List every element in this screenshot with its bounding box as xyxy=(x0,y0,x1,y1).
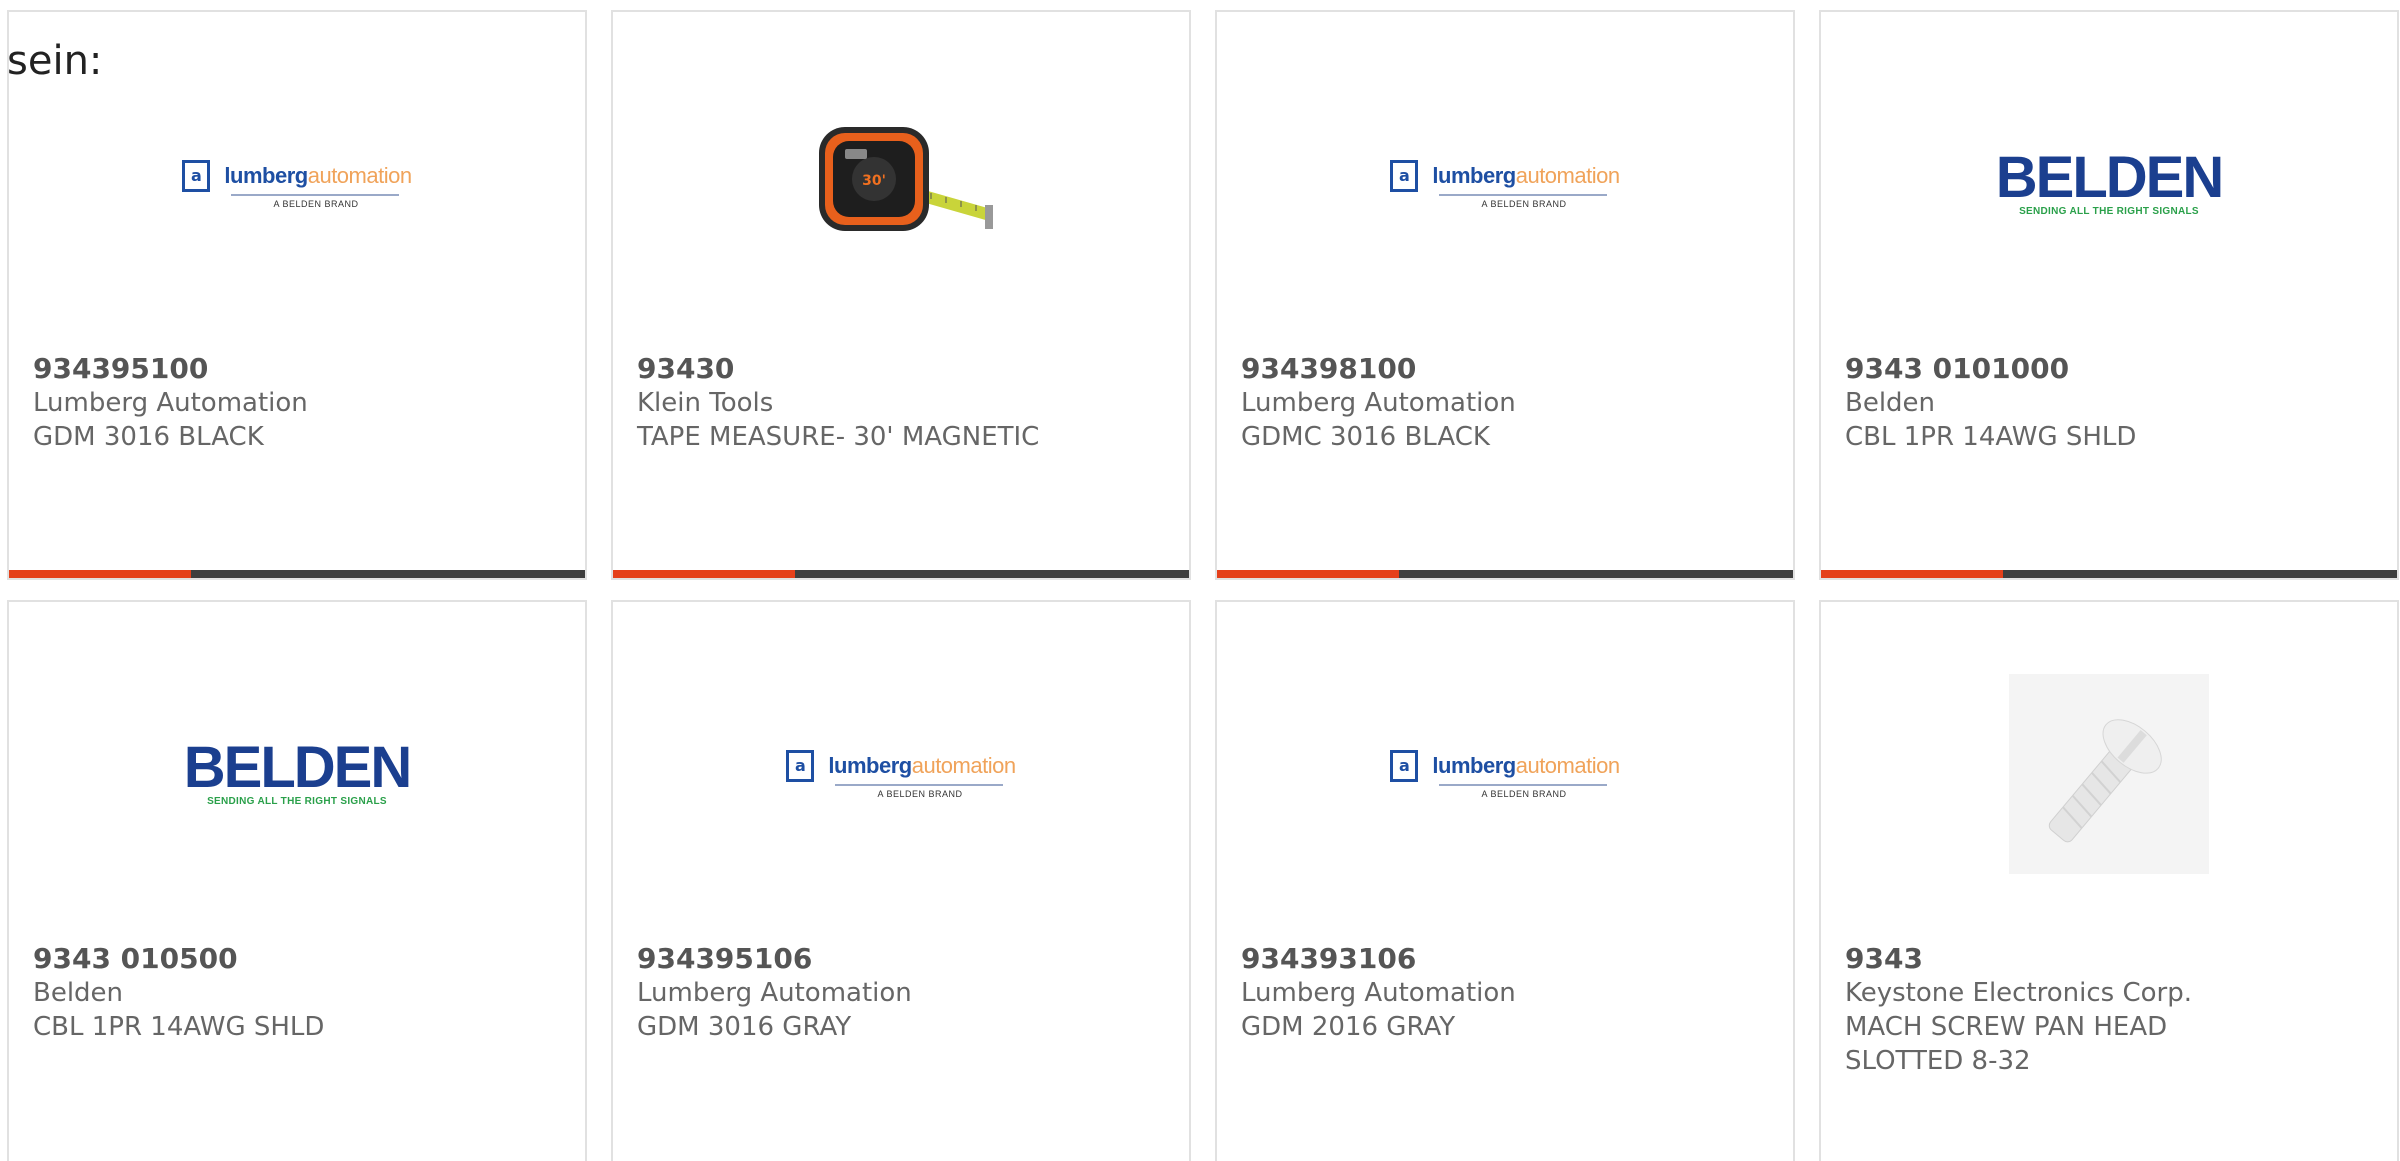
manufacturer: Klein Tools xyxy=(637,388,774,418)
card-footer-bar xyxy=(1217,570,1793,578)
belden-logo-word: BELDEN xyxy=(183,734,412,800)
description: GDM 3016 GRAY xyxy=(637,1012,852,1042)
description: CBL 1PR 14AWG SHLD xyxy=(33,1012,325,1042)
manufacturer: Lumberg Automation xyxy=(637,978,912,1008)
lumberg-logo-subtitle: A BELDEN BRAND xyxy=(273,198,359,209)
product-card[interactable]: BELDEN SENDING ALL THE RIGHT SIGNALS 934… xyxy=(1819,10,2399,580)
product-info: 934395106 Lumberg Automation GDM 3016 GR… xyxy=(637,942,1169,1044)
card-footer-accent xyxy=(1821,570,2003,578)
belden-logo: BELDEN SENDING ALL THE RIGHT SIGNALS xyxy=(1995,144,2224,217)
lumberg-logo-icon: a xyxy=(786,749,815,782)
product-card[interactable]: a lumbergautomation A BELDEN BRAND 93439… xyxy=(1215,10,1795,580)
lumberg-logo-word-a: lumberg xyxy=(224,162,308,188)
card-footer-bar xyxy=(1821,570,2397,578)
part-number[interactable]: 934395106 xyxy=(637,942,1169,976)
product-results-page: sein: a lumbergautomation A BELDEN BRAND… xyxy=(0,0,2400,1161)
product-grid: a lumbergautomation A BELDEN BRAND 93439… xyxy=(7,10,2400,1161)
card-footer-bar xyxy=(613,570,1189,578)
lumberg-logo-word-a: lumberg xyxy=(828,752,912,778)
card-footer-accent xyxy=(9,570,191,578)
manufacturer: Belden xyxy=(33,978,124,1008)
lumberg-logo-word-b: automation xyxy=(1515,162,1620,188)
screw-image xyxy=(2009,674,2209,874)
manufacturer: Lumberg Automation xyxy=(1241,388,1516,418)
part-number[interactable]: 934393106 xyxy=(1241,942,1773,976)
product-image: 30' xyxy=(613,76,1189,292)
description: MACH SCREW PAN HEAD xyxy=(1845,1012,2168,1042)
lumberg-logo-word-b: automation xyxy=(307,162,412,188)
description: GDMC 3016 BLACK xyxy=(1241,422,1490,452)
product-image: BELDEN SENDING ALL THE RIGHT SIGNALS xyxy=(9,666,585,882)
product-card[interactable]: a lumbergautomation A BELDEN BRAND 93439… xyxy=(1215,600,1795,1161)
description: GDM 2016 GRAY xyxy=(1241,1012,1456,1042)
product-image: a lumbergautomation A BELDEN BRAND xyxy=(1217,76,1793,292)
lumberg-logo-subtitle: A BELDEN BRAND xyxy=(877,788,963,799)
lumberg-logo-word-a: lumberg xyxy=(1432,752,1516,778)
lumberg-logo-icon: a xyxy=(1390,159,1419,192)
part-number[interactable]: 9343 0101000 xyxy=(1845,352,2377,386)
lumberg-logo-icon: a xyxy=(1390,749,1419,782)
part-number[interactable]: 93430 xyxy=(637,352,1169,386)
product-info: 934393106 Lumberg Automation GDM 2016 GR… xyxy=(1241,942,1773,1044)
part-number[interactable]: 9343 xyxy=(1845,942,2377,976)
product-image: a lumbergautomation A BELDEN BRAND xyxy=(613,666,1189,882)
lumberg-logo-subtitle: A BELDEN BRAND xyxy=(1481,788,1567,799)
product-info: 9343 010500 Belden CBL 1PR 14AWG SHLD xyxy=(33,942,565,1044)
product-info: 93430 Klein Tools TAPE MEASURE- 30' MAGN… xyxy=(637,352,1169,454)
lumberg-logo: a lumbergautomation A BELDEN BRAND xyxy=(1390,159,1620,209)
product-card[interactable]: a lumbergautomation A BELDEN BRAND 93439… xyxy=(611,600,1191,1161)
card-footer-bar xyxy=(9,570,585,578)
lumberg-logo-icon: a xyxy=(182,159,211,192)
lumberg-logo-word-b: automation xyxy=(911,752,1016,778)
manufacturer: Lumberg Automation xyxy=(1241,978,1516,1008)
card-footer-accent xyxy=(613,570,795,578)
lumberg-logo-word-b: automation xyxy=(1515,752,1620,778)
description: TAPE MEASURE- 30' MAGNETIC xyxy=(637,422,1040,452)
belden-logo-word: BELDEN xyxy=(1995,144,2224,210)
product-image: BELDEN SENDING ALL THE RIGHT SIGNALS xyxy=(1821,76,2397,292)
manufacturer: Keystone Electronics Corp. xyxy=(1845,978,2193,1008)
description: GDM 3016 BLACK xyxy=(33,422,264,452)
product-card[interactable]: 9343 Keystone Electronics Corp. MACH SCR… xyxy=(1819,600,2399,1161)
product-info: 9343 Keystone Electronics Corp. MACH SCR… xyxy=(1845,942,2377,1078)
belden-logo-tagline: SENDING ALL THE RIGHT SIGNALS xyxy=(2019,205,2199,217)
product-card[interactable]: a lumbergautomation A BELDEN BRAND 93439… xyxy=(7,10,587,580)
lumberg-logo: a lumbergautomation A BELDEN BRAND xyxy=(1390,749,1620,799)
product-image xyxy=(1821,666,2397,882)
belden-logo-tagline: SENDING ALL THE RIGHT SIGNALS xyxy=(207,795,387,807)
lumberg-logo-word-a: lumberg xyxy=(1432,162,1516,188)
page-heading: sein: xyxy=(7,38,103,84)
description: CBL 1PR 14AWG SHLD xyxy=(1845,422,2137,452)
part-number[interactable]: 934398100 xyxy=(1241,352,1773,386)
card-footer-accent xyxy=(1217,570,1399,578)
product-card[interactable]: 30' 93430 Klein Tools TAPE MEASURE- 30' … xyxy=(611,10,1191,580)
product-info: 934398100 Lumberg Automation GDMC 3016 B… xyxy=(1241,352,1773,454)
manufacturer: Lumberg Automation xyxy=(33,388,308,418)
product-info: 9343 0101000 Belden CBL 1PR 14AWG SHLD xyxy=(1845,352,2377,454)
belden-logo: BELDEN SENDING ALL THE RIGHT SIGNALS xyxy=(183,734,412,807)
lumberg-logo: a lumbergautomation A BELDEN BRAND xyxy=(182,159,412,209)
part-number[interactable]: 934395100 xyxy=(33,352,565,386)
part-number[interactable]: 9343 010500 xyxy=(33,942,565,976)
lumberg-logo: a lumbergautomation A BELDEN BRAND xyxy=(786,749,1016,799)
product-image: a lumbergautomation A BELDEN BRAND xyxy=(9,76,585,292)
tape-measure-image: 30' xyxy=(819,127,993,231)
tape-label: 30' xyxy=(862,173,886,189)
product-info: 934395100 Lumberg Automation GDM 3016 BL… xyxy=(33,352,565,454)
lumberg-logo-subtitle: A BELDEN BRAND xyxy=(1481,198,1567,209)
manufacturer: Belden xyxy=(1845,388,1936,418)
product-image: a lumbergautomation A BELDEN BRAND xyxy=(1217,666,1793,882)
description-continued: SLOTTED 8-32 xyxy=(1845,1046,2031,1076)
product-card[interactable]: BELDEN SENDING ALL THE RIGHT SIGNALS 934… xyxy=(7,600,587,1161)
